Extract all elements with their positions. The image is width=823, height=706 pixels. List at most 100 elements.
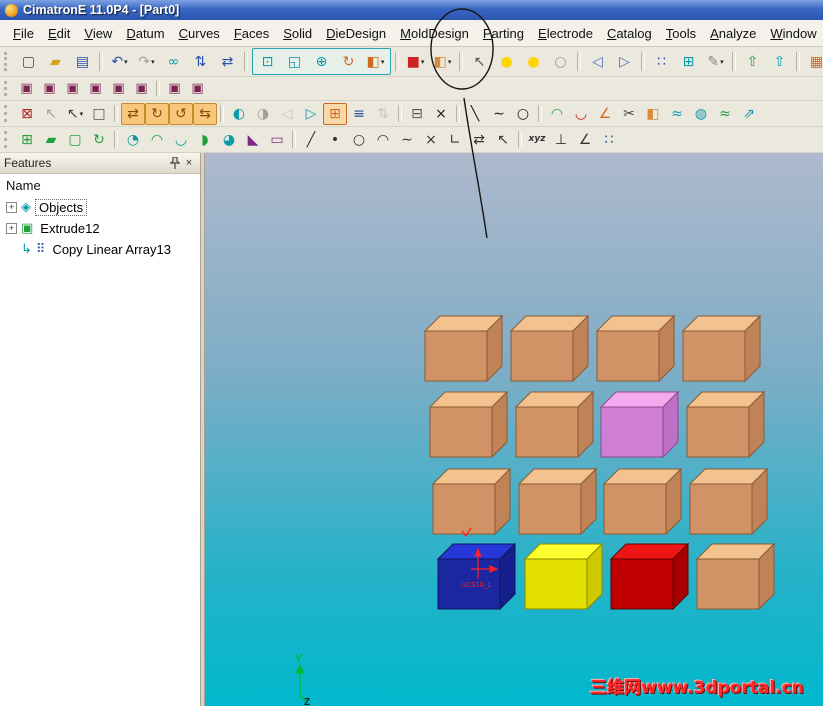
refresh-green-icon[interactable]: ↻ [87,129,111,151]
show-bulb-icon[interactable]: ● [493,49,520,74]
box-tan[interactable] [681,314,762,383]
grid-calc-icon[interactable]: ▦ [803,49,823,74]
close-panel-icon[interactable]: × [182,156,196,170]
view-orientation-dropdown-icon[interactable]: ▾ [381,58,385,66]
wedge-purple-icon[interactable]: ◣ [241,129,265,151]
expand-rows-icon[interactable]: ⇅ [371,103,395,125]
box-tan[interactable] [695,542,776,611]
stack-list-icon[interactable]: ≡ [347,103,371,125]
rotate-view-icon[interactable]: ↻ [335,49,362,74]
sketch-cursor-icon[interactable]: ↖ [491,129,515,151]
rotate-ccw-icon[interactable]: ↺ [169,102,193,125]
recent-doc-1-icon[interactable]: ▣ [163,78,186,99]
sort-stack-icon[interactable]: ⇅ [187,49,214,74]
expand-plus-icon[interactable]: + [6,223,17,234]
step-back-icon[interactable]: ◁ [275,103,299,125]
menu-view[interactable]: View [77,23,119,44]
sketch-point-icon[interactable]: • [323,129,347,151]
export-file-icon[interactable]: ⇧ [766,49,793,74]
sphere-globe-icon[interactable]: ◍ [689,103,713,125]
box-tan[interactable] [428,390,509,459]
tree-item-label[interactable]: Objects [35,199,88,216]
cursor-filter-dropdown-icon[interactable]: ▾ [80,110,84,118]
sketch-corner-icon[interactable]: ∟ [443,129,467,151]
menu-catalog[interactable]: Catalog [600,23,659,44]
collapse-box-icon[interactable]: ⊟ [405,103,429,125]
expand-plus-icon[interactable]: + [6,202,17,213]
undo-icon[interactable]: ↶ ▾ [106,49,133,74]
zoom-in-out-icon[interactable]: ⊕ [308,49,335,74]
table-view-icon[interactable]: ⊞ [675,49,702,74]
next-icon[interactable]: ▷ [611,49,638,74]
nc-cube-icon[interactable]: ▣ [84,78,107,99]
box-tan[interactable] [431,467,512,536]
plate-purple-icon[interactable]: ▭ [265,129,289,151]
tree-item-label[interactable]: Copy Linear Array13 [49,242,174,257]
flip-direction-icon[interactable]: ⇄ [121,102,145,125]
import-file-icon[interactable]: ⇧ [739,49,766,74]
toolbar-drag-handle[interactable] [4,131,10,148]
menu-parting[interactable]: Parting [476,23,531,44]
swap-sides-icon[interactable]: ⇆ [193,102,217,125]
spline-tool-icon[interactable]: ∼ [487,103,511,125]
sketch-arc-icon[interactable]: ◠ [371,129,395,151]
box-select-icon[interactable]: □ [87,103,111,125]
box-tan[interactable] [602,467,683,536]
box-tan[interactable] [514,390,595,459]
box-tan[interactable] [517,467,598,536]
menu-file[interactable]: File [6,23,41,44]
box-yellow[interactable] [523,542,604,611]
save-icon[interactable]: ▤ [69,49,96,74]
undo-dropdown-icon[interactable]: ▾ [124,58,128,66]
cursor-filter-icon[interactable]: ↖ ▾ [63,103,87,125]
delete-x-icon[interactable]: × [429,103,453,125]
perpendicular-icon[interactable]: ⊥ [549,129,573,151]
surface-fill-icon[interactable]: ◕ [217,129,241,151]
drawing-cube-icon[interactable]: ▣ [61,78,84,99]
show-half-icon[interactable]: ◐ [227,103,251,125]
box-tan[interactable] [688,467,769,536]
pattern-grid-icon[interactable]: ∷ [648,49,675,74]
assembly-cubes-icon[interactable]: ▣ [38,78,61,99]
tree-item-label[interactable]: Extrude12 [37,221,102,236]
render-mode-icon[interactable]: ■ ▾ [402,49,429,74]
box-tan[interactable] [509,314,590,383]
toolbar-drag-handle[interactable] [4,52,10,71]
add-feature-icon[interactable]: ⊞ [15,129,39,151]
sketch-trim-icon[interactable]: × [419,129,443,151]
menu-edit[interactable]: Edit [41,23,77,44]
open-folder-icon[interactable]: ▰ [42,49,69,74]
shade-mode-dropdown-icon[interactable]: ▾ [448,58,452,66]
select-delete-icon[interactable]: ⊠ [15,103,39,125]
xyz-axes-icon[interactable]: xyz [525,129,549,151]
redo-dropdown-icon[interactable]: ▾ [151,58,155,66]
tree-item-objects[interactable]: + ◈ Objects [0,197,200,218]
line-tool-icon[interactable]: ╲ [463,103,487,125]
menu-datum[interactable]: Datum [119,23,171,44]
menu-electrode[interactable]: Electrode [531,23,600,44]
box-pink[interactable] [599,390,680,459]
shade-mode-icon[interactable]: ◧ ▾ [429,49,456,74]
hide-bulb-icon[interactable]: ● [520,49,547,74]
part-cube-icon[interactable]: ▣ [15,78,38,99]
render-mode-dropdown-icon[interactable]: ▾ [421,58,425,66]
step-forward-icon[interactable]: ▷ [299,103,323,125]
menu-window[interactable]: Window [763,23,823,44]
view-orientation-icon[interactable]: ◧ ▾ [362,49,389,74]
menu-solid[interactable]: Solid [276,23,319,44]
toolbar-drag-handle[interactable] [4,105,10,122]
mold-cube-icon[interactable]: ▣ [130,78,153,99]
angle-snap-icon[interactable]: ∠ [573,129,597,151]
pin-icon[interactable] [168,156,182,170]
box-tan[interactable] [685,390,766,459]
zoom-all-icon[interactable]: ⊡ [254,49,281,74]
sketch-line-icon[interactable]: ╱ [299,129,323,151]
link-views-icon[interactable]: ∞ [160,49,187,74]
curve-green-icon[interactable]: ◠ [545,103,569,125]
active-tool-icon[interactable]: ⊞ [323,102,347,125]
arrow-ne-icon[interactable]: ⇗ [737,103,761,125]
coordinate-dots-icon[interactable]: ∷ [597,129,621,151]
menu-tools[interactable]: Tools [659,23,703,44]
tree-item-copy-linear-array13[interactable]: ↳ ⠿ Copy Linear Array13 [0,239,200,260]
recent-doc-2-icon[interactable]: ▣ [186,78,209,99]
